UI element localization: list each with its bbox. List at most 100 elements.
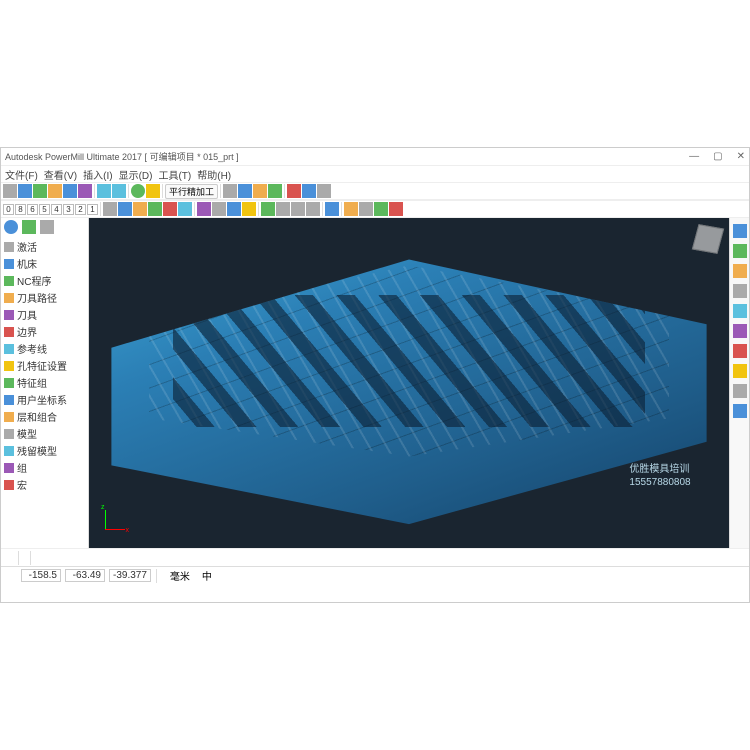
separator [18,551,19,565]
open-icon[interactable] [3,184,17,198]
rotate-icon[interactable] [733,324,747,338]
toolpath-icon[interactable] [103,202,117,216]
view-front-icon[interactable] [733,244,747,258]
macro-icon [4,480,14,490]
num-btn[interactable]: 6 [27,204,38,215]
redo-icon[interactable] [112,184,126,198]
separator [94,184,95,198]
view-icon[interactable] [227,202,241,216]
3d-viewport[interactable]: z x 优胜模具培训 15557880808 [89,218,729,548]
tree-ucs[interactable]: 用户坐标系 [4,391,85,408]
toolpath-icon[interactable] [133,202,147,216]
num-btn[interactable]: 8 [15,204,26,215]
tool-icon[interactable] [317,184,331,198]
tool-icon [4,310,14,320]
misc-icon[interactable] [344,202,358,216]
nav-icon[interactable] [306,202,320,216]
tool-icon[interactable] [268,184,282,198]
menu-tool[interactable]: 工具(T) [156,167,193,182]
separator [100,202,101,216]
tree-hole[interactable]: 孔特征设置 [4,357,85,374]
z-label: z [101,504,105,511]
nav-icon[interactable] [291,202,305,216]
tool-icon[interactable] [223,184,237,198]
menu-view[interactable]: 查看(V) [42,167,79,182]
tab-search-icon[interactable] [40,220,54,234]
tool-icon[interactable] [238,184,252,198]
view-top-icon[interactable] [733,224,747,238]
parallel-finishing-button[interactable]: 平行精加工 [165,184,218,199]
separator [162,184,163,198]
tool-icon[interactable] [253,184,267,198]
minimize-button[interactable]: — [689,151,699,162]
paste-icon[interactable] [78,184,92,198]
tree-stock[interactable]: 残留模型 [4,442,85,459]
save-icon[interactable] [18,184,32,198]
color-square[interactable] [325,202,339,216]
wire-icon[interactable] [733,384,747,398]
copy-icon[interactable] [63,184,77,198]
tree-tool[interactable]: 刀具 [4,306,85,323]
tree-ref[interactable]: 参考线 [4,340,85,357]
tree-nc[interactable]: NC程序 [4,272,85,289]
misc-icon[interactable] [389,202,403,216]
viewcube[interactable] [692,224,724,254]
menu-display[interactable]: 显示(D) [117,167,155,182]
tree-layer[interactable]: 层和组合 [4,408,85,425]
mid-label[interactable]: 中 [198,568,216,583]
light-icon[interactable] [733,404,747,418]
shade-icon[interactable] [733,364,747,378]
axis-triad: z x [95,504,131,540]
tree-boundary[interactable]: 边界 [4,323,85,340]
x-label: x [126,527,130,534]
menu-file[interactable]: 文件(F) [3,167,40,182]
tree-model[interactable]: 模型 [4,425,85,442]
toolpath-icon[interactable] [118,202,132,216]
box-icon[interactable] [146,184,160,198]
model-icon [4,429,14,439]
tree-active[interactable]: 激活 [4,238,85,255]
view-iso-icon[interactable] [733,284,747,298]
num-btn[interactable]: 5 [39,204,50,215]
toolpath-icon[interactable] [163,202,177,216]
undo-icon[interactable] [97,184,111,198]
tool-icon[interactable] [287,184,301,198]
view-side-icon[interactable] [733,264,747,278]
num-btn[interactable]: 3 [63,204,74,215]
tree-feature[interactable]: 特征组 [4,374,85,391]
num-btn[interactable]: 4 [51,204,62,215]
tab-list-icon[interactable] [22,220,36,234]
tree-machine[interactable]: 机床 [4,255,85,272]
sphere-icon[interactable] [131,184,145,198]
block-icon[interactable] [302,184,316,198]
toolpath-icon[interactable] [148,202,162,216]
num-btn[interactable]: 0 [3,204,14,215]
nav-icon[interactable] [276,202,290,216]
tab-project-icon[interactable] [4,220,18,234]
num-btn[interactable]: 2 [75,204,86,215]
z-axis [105,510,106,530]
tree-macro[interactable]: 宏 [4,476,85,493]
view-icon[interactable] [242,202,256,216]
separator [258,202,259,216]
cut-icon[interactable] [48,184,62,198]
num-btn[interactable]: 1 [87,204,98,215]
shade-icon[interactable] [197,202,211,216]
layer-icon [4,412,14,422]
misc-icon[interactable] [374,202,388,216]
pan-icon[interactable] [733,344,747,358]
nav-icon[interactable] [261,202,275,216]
print-icon[interactable] [33,184,47,198]
zoom-fit-icon[interactable] [733,304,747,318]
ref-icon [4,344,14,354]
misc-icon[interactable] [359,202,373,216]
tree-group[interactable]: 组 [4,459,85,476]
menu-insert[interactable]: 插入(I) [81,167,114,182]
maximize-button[interactable]: ▢ [713,151,722,162]
toolpath-icon[interactable] [178,202,192,216]
wireframe-icon[interactable] [212,202,226,216]
close-button[interactable]: ✕ [737,151,745,162]
menu-help[interactable]: 帮助(H) [195,167,233,182]
tree-toolpath[interactable]: 刀具路径 [4,289,85,306]
menubar: 文件(F) 查看(V) 插入(I) 显示(D) 工具(T) 帮助(H) [1,166,749,182]
